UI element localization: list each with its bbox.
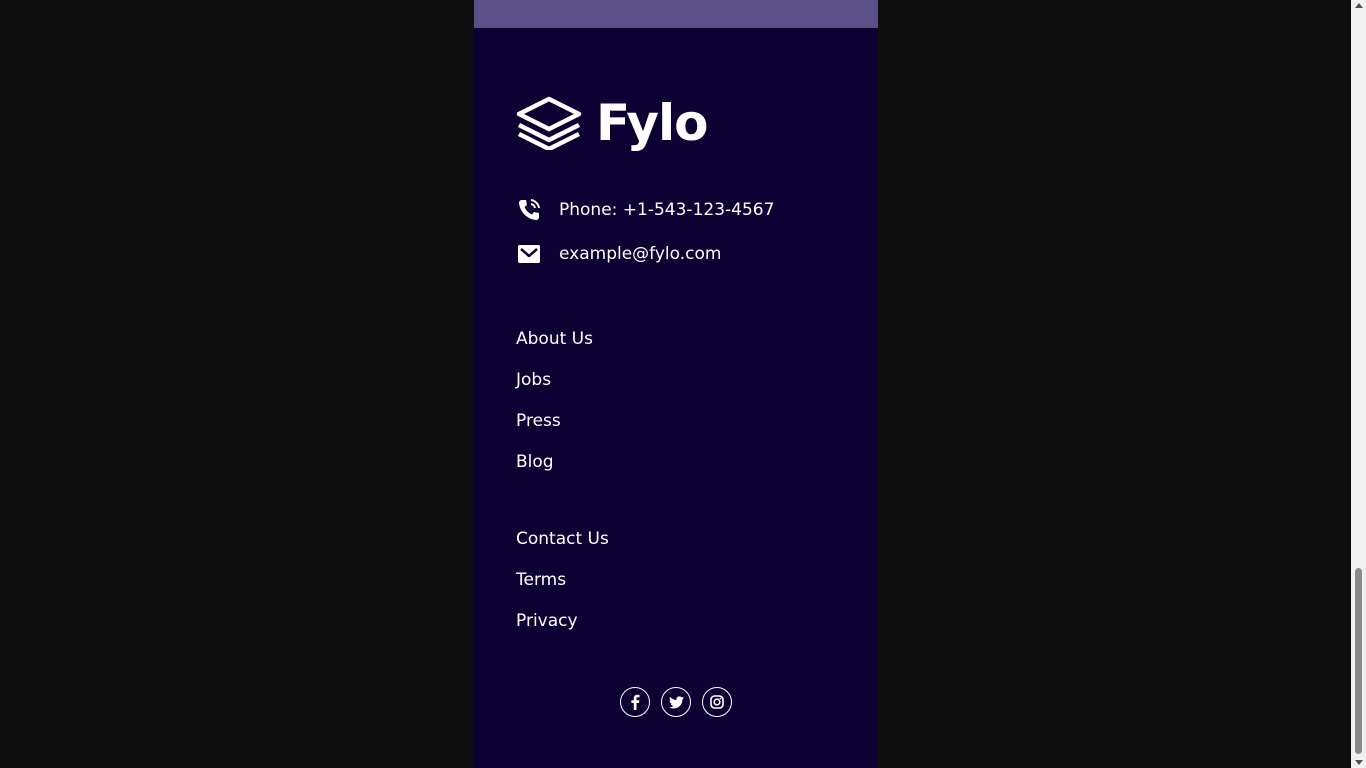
contact-phone: Phone: +1-543-123-4567 [516,198,774,222]
scroll-down-arrow-icon[interactable] [1355,760,1363,765]
footer: Fylo Phone: +1-543-123-4567 example@fylo… [474,0,878,768]
browser-viewport: Fylo Phone: +1-543-123-4567 example@fylo… [0,0,1351,768]
link-press[interactable]: Press [516,410,593,451]
phone-number: Phone: +1-543-123-4567 [559,200,775,220]
email-icon [516,242,542,266]
link-jobs[interactable]: Jobs [516,369,593,410]
scroll-up-arrow-icon[interactable] [1355,3,1363,8]
scrollbar-thumb[interactable] [1355,568,1362,754]
vertical-scrollbar[interactable] [1351,0,1366,768]
link-about-us[interactable]: About Us [516,328,593,369]
facebook-icon[interactable] [620,687,650,717]
link-contact-us[interactable]: Contact Us [516,528,609,569]
cta-section-edge [474,0,878,28]
link-blog[interactable]: Blog [516,451,593,492]
instagram-icon[interactable] [702,687,732,717]
email-address[interactable]: example@fylo.com [559,244,721,264]
twitter-icon[interactable] [661,687,691,717]
link-terms[interactable]: Terms [516,569,609,610]
social-links [620,687,732,717]
phone-icon [516,198,542,222]
footer-links-primary: About Us Jobs Press Blog [516,328,593,492]
contact-email: example@fylo.com [516,242,721,266]
stacked-layers-icon [516,96,582,150]
link-privacy[interactable]: Privacy [516,610,609,651]
footer-links-secondary: Contact Us Terms Privacy [516,528,609,651]
footer-logo[interactable]: Fylo [516,94,709,152]
brand-name: Fylo [596,94,709,152]
